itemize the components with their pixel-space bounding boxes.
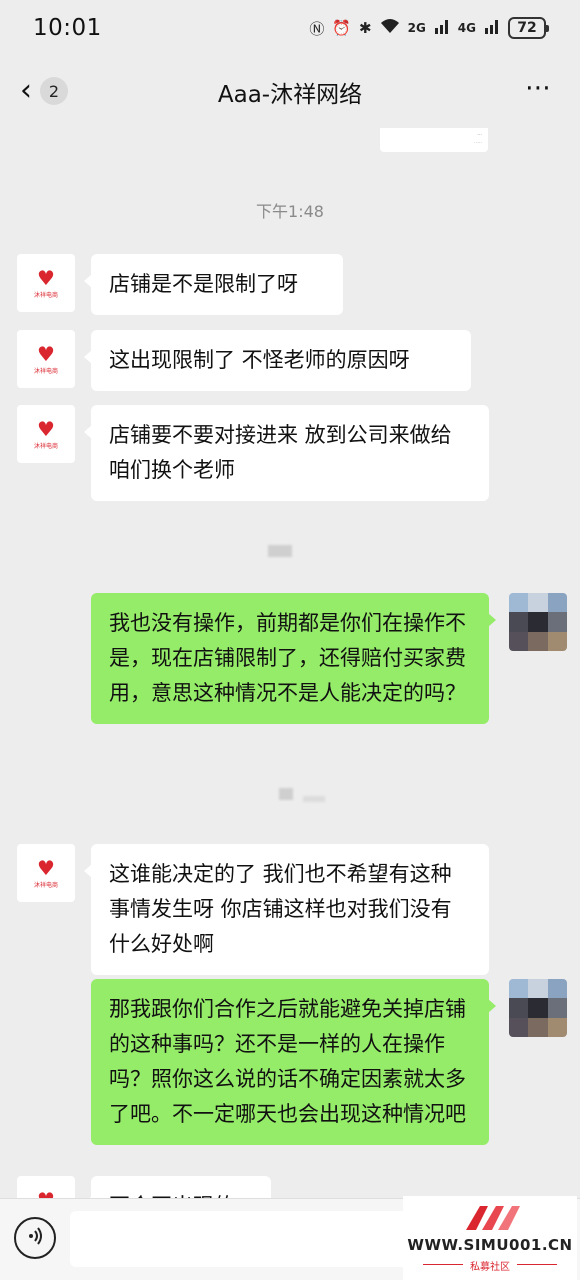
voice-input-button[interactable]: [14, 1217, 56, 1259]
card-blurred-text: ···: [477, 132, 482, 138]
nfc-icon: Ⓝ: [309, 19, 325, 38]
brand-heart-icon: ♥: [37, 1190, 55, 1199]
status-time: 10:01: [33, 15, 102, 41]
contact-avatar[interactable]: ♥ 沐祥电商: [17, 330, 75, 388]
contact-avatar[interactable]: ♥ 沐祥电商: [17, 405, 75, 463]
message-bubble-incoming[interactable]: 这谁能决定的了 我们也不希望有这种事情发生呀 你店铺这样也对我们没有什么好处啊: [84, 844, 489, 975]
avatar-brand-text: 沐祥电商: [33, 367, 58, 375]
message-bubble-incoming[interactable]: 店铺是不是限制了呀: [84, 254, 343, 315]
card-blurred-text: ·····: [474, 140, 482, 146]
contact-avatar[interactable]: ♥ 沐祥电商: [17, 844, 75, 902]
site-watermark: WWW.SIMU001.CN 私募社区: [403, 1196, 577, 1280]
signal-bars-icon: [484, 18, 500, 38]
watermark-logo-icon: [458, 1200, 522, 1240]
previous-message-card[interactable]: ··· ·····: [380, 128, 488, 152]
back-button[interactable]: ‹ 2: [20, 76, 68, 106]
more-options-icon[interactable]: ⋯: [525, 75, 552, 101]
blurred-timestamp: [303, 796, 325, 802]
status-icons: Ⓝ ⏰ ✱ 2G 4G 72: [309, 17, 549, 39]
message-list[interactable]: ··· ····· 下午1:48 ♥ 沐祥电商 店铺是不是限制了呀 ♥ 沐祥电商…: [0, 128, 580, 1198]
message-bubble-incoming[interactable]: 店铺要不要对接进来 放到公司来做给咱们换个老师: [84, 405, 489, 501]
user-avatar[interactable]: [509, 979, 567, 1037]
watermark-divider: [517, 1264, 557, 1265]
watermark-label: 私募社区: [470, 1262, 510, 1273]
unread-count-badge: 2: [40, 77, 68, 105]
message-bubble-incoming[interactable]: 不会再出现的: [84, 1176, 271, 1198]
contact-avatar[interactable]: ♥ 沐祥电商: [17, 254, 75, 312]
contact-avatar[interactable]: ♥ 沐祥电商: [17, 1176, 75, 1198]
chat-title: Aaa-沐祥网络: [217, 82, 363, 108]
wifi-icon: [380, 18, 400, 38]
battery-indicator: 72: [508, 17, 549, 39]
avatar-brand-text: 沐祥电商: [33, 442, 58, 450]
brand-heart-icon: ♥: [37, 416, 55, 441]
status-bar: 10:01 Ⓝ ⏰ ✱ 2G 4G 72: [0, 0, 580, 56]
message-timestamp: 下午1:48: [256, 202, 324, 221]
message-bubble-incoming[interactable]: 这出现限制了 不怪老师的原因呀: [84, 330, 471, 391]
chat-header: ‹ 2 Aaa-沐祥网络 ⋯: [0, 56, 580, 128]
message-bubble-outgoing[interactable]: 那我跟你们合作之后就能避免关掉店铺的这种事吗？还不是一样的人在操作吗？照你这么说…: [91, 979, 496, 1145]
blurred-timestamp: [268, 545, 292, 557]
blurred-timestamp: [279, 788, 293, 800]
brand-heart-icon: ♥: [37, 855, 55, 880]
signal-2g-label: 2G: [407, 21, 426, 35]
chevron-left-icon: ‹: [20, 73, 32, 108]
signal-bars-icon: [434, 18, 450, 38]
avatar-brand-text: 沐祥电商: [33, 291, 58, 299]
voice-icon: [25, 1226, 45, 1250]
watermark-site-text: WWW.SIMU001.CN: [407, 1236, 573, 1254]
signal-4g-label: 4G: [457, 21, 476, 35]
alarm-icon: ⏰: [332, 19, 352, 37]
bluetooth-icon: ✱: [359, 19, 372, 37]
avatar-brand-text: 沐祥电商: [33, 881, 58, 889]
message-bubble-outgoing[interactable]: 我也没有操作，前期都是你们在操作不是，现在店铺限制了，还得赔付买家费用，意思这种…: [91, 593, 496, 724]
message-input[interactable]: [70, 1211, 410, 1267]
user-avatar[interactable]: [509, 593, 567, 651]
brand-heart-icon: ♥: [37, 341, 55, 366]
brand-heart-icon: ♥: [37, 265, 55, 290]
